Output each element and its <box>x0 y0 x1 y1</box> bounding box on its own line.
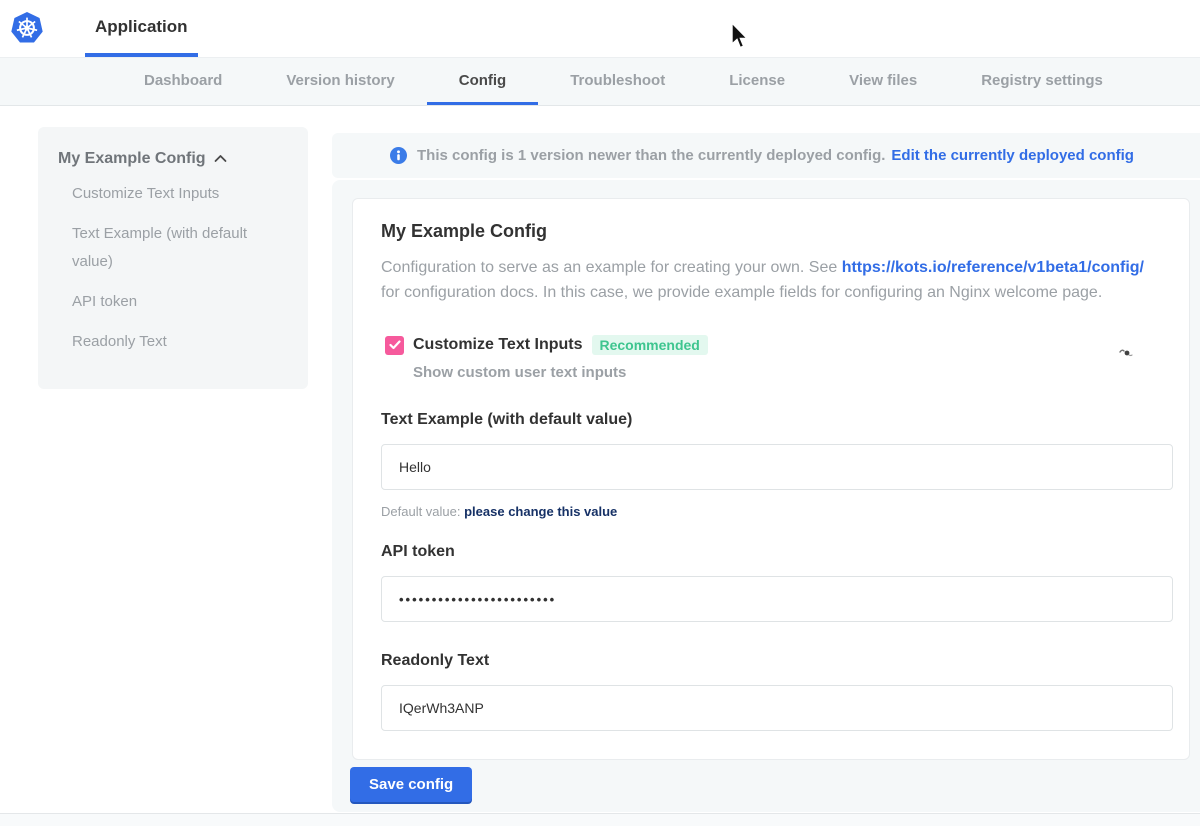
config-group-title: My Example Config <box>381 221 1161 242</box>
config-nav-panel: My Example Config Customize Text Inputs … <box>38 127 308 389</box>
sidebar-group-my-example-config[interactable]: My Example Config <box>58 150 288 168</box>
footer-strip <box>0 813 1200 826</box>
app-header: Application <box>0 0 1200 57</box>
checkmark-icon <box>389 340 401 350</box>
text-example-input[interactable] <box>381 444 1173 490</box>
sidebar-item-readonly-text[interactable]: Readonly Text <box>72 328 288 356</box>
api-token-input[interactable] <box>381 576 1173 622</box>
info-icon <box>390 147 407 164</box>
description-text-before: Configuration to serve as an example for… <box>381 259 842 276</box>
config-column: This config is 1 version newer than the … <box>332 106 1200 812</box>
app-title-label: Application <box>95 17 188 37</box>
app-title-tab[interactable]: Application <box>85 0 198 57</box>
customize-text-inputs-checkbox[interactable] <box>385 336 404 355</box>
description-text-after: for configuration docs. In this case, we… <box>381 284 1102 301</box>
sidebar-item-list: Customize Text Inputs Text Example (with… <box>72 180 288 356</box>
tab-registry-settings[interactable]: Registry settings <box>949 58 1135 105</box>
kubernetes-logo-icon <box>10 11 44 45</box>
readonly-text-input[interactable] <box>381 685 1173 731</box>
tab-view-files[interactable]: View files <box>817 58 949 105</box>
tab-navigation: Dashboard Version history Config Trouble… <box>0 57 1200 106</box>
readonly-text-label: Readonly Text <box>381 652 1161 670</box>
config-group-card: My Example Config Configuration to serve… <box>352 198 1190 760</box>
edit-deployed-config-link[interactable]: Edit the currently deployed config <box>891 147 1134 164</box>
tab-config[interactable]: Config <box>427 58 538 105</box>
text-example-helper: Default value: please change this value <box>381 504 1161 519</box>
tab-version-history[interactable]: Version history <box>254 58 426 105</box>
tab-troubleshoot[interactable]: Troubleshoot <box>538 58 697 105</box>
sidebar-item-customize-text-inputs[interactable]: Customize Text Inputs <box>72 180 288 208</box>
default-value-text: please change this value <box>464 504 617 519</box>
sidebar-column: My Example Config Customize Text Inputs … <box>0 106 332 812</box>
version-info-banner: This config is 1 version newer than the … <box>332 133 1200 178</box>
chevron-up-icon <box>214 150 227 168</box>
customize-text-inputs-row: Customize Text Inputs Recommended <box>381 335 1161 355</box>
config-area: My Example Config Configuration to serve… <box>332 180 1200 812</box>
sidebar-group-label: My Example Config <box>58 150 206 168</box>
tab-license[interactable]: License <box>697 58 817 105</box>
default-value-prefix: Default value: <box>381 504 464 519</box>
sidebar-item-api-token[interactable]: API token <box>72 288 288 316</box>
recommended-badge: Recommended <box>592 335 708 355</box>
customize-text-inputs-help: Show custom user text inputs <box>413 364 1161 381</box>
banner-message: This config is 1 version newer than the … <box>417 147 885 164</box>
tab-dashboard[interactable]: Dashboard <box>112 58 254 105</box>
main-content: My Example Config Customize Text Inputs … <box>0 106 1200 812</box>
customize-text-inputs-label[interactable]: Customize Text Inputs <box>413 336 583 354</box>
text-example-label: Text Example (with default value) <box>381 411 1161 429</box>
save-config-button[interactable]: Save config <box>350 767 472 802</box>
api-token-label: API token <box>381 543 1161 561</box>
sidebar-item-text-example[interactable]: Text Example (with default value) <box>72 220 288 276</box>
docs-link[interactable]: https://kots.io/reference/v1beta1/config… <box>842 259 1144 276</box>
config-group-description: Configuration to serve as an example for… <box>381 255 1161 305</box>
